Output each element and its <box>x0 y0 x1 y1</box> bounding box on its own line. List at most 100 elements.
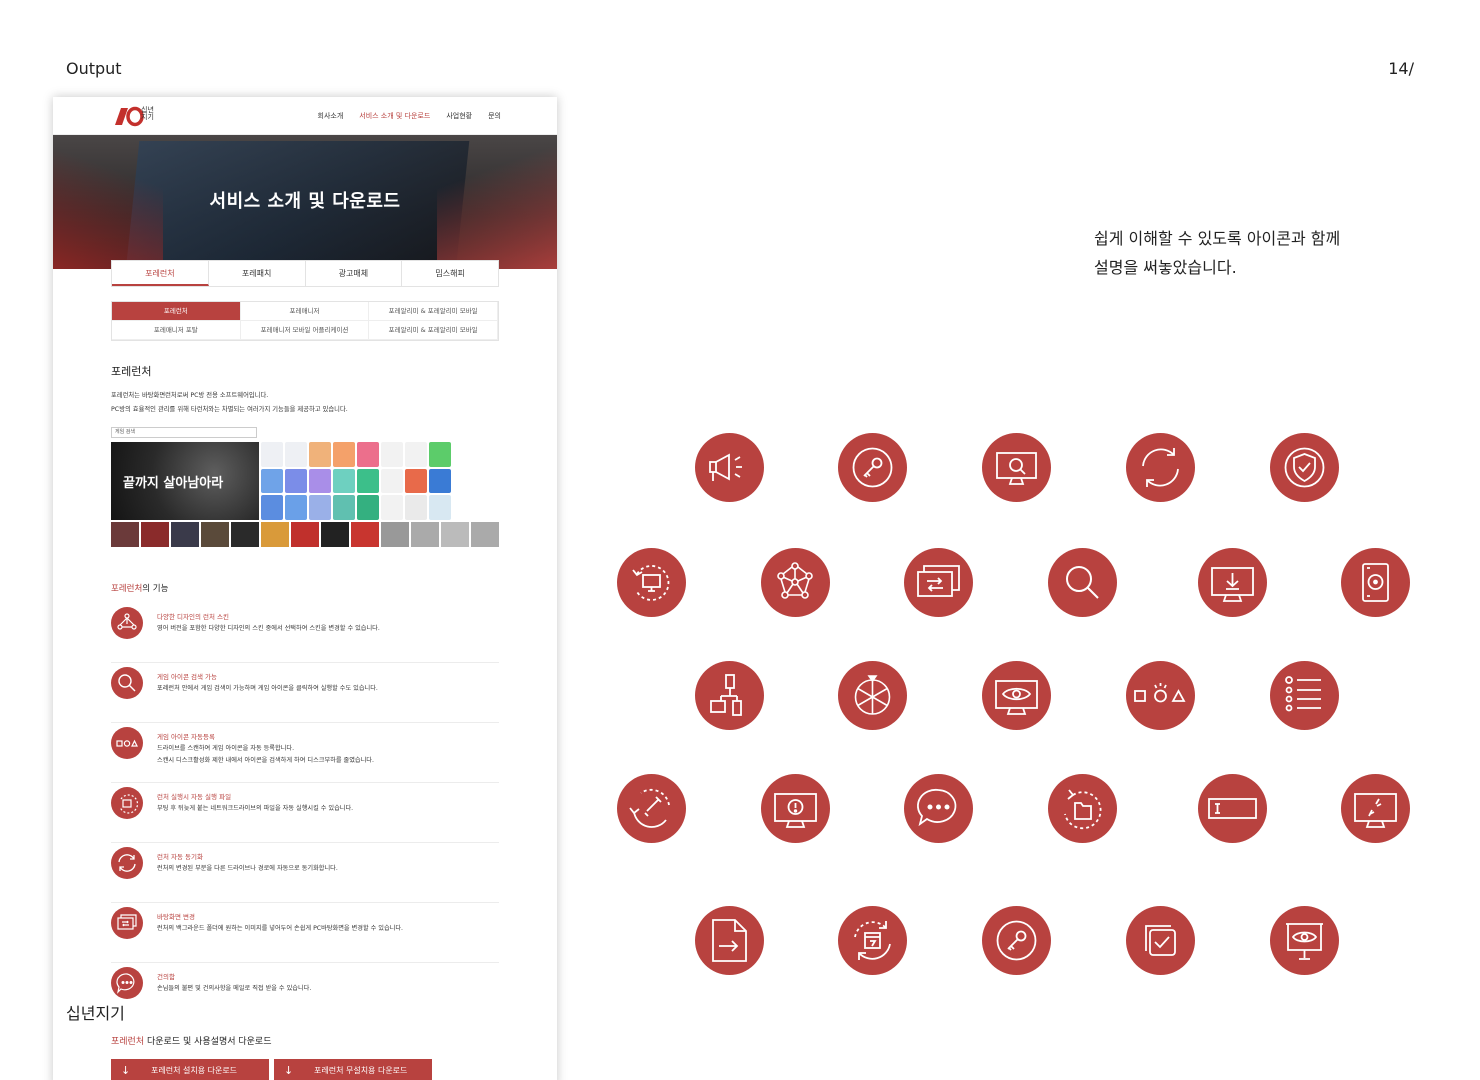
tab-ad-media[interactable]: 광고매체 <box>306 261 403 286</box>
search-icon <box>111 667 143 699</box>
monitor-search-icon <box>982 433 1051 502</box>
download-install-button[interactable]: 포레런처 설치용 다운로드 <box>111 1059 269 1080</box>
feature-desc: 드라이브를 스캔하여 게임 아이콘을 자동 등록합니다. 스캔시 디스크활성화 … <box>157 745 374 764</box>
color-wheel-icon <box>838 661 907 730</box>
feature-title: 다양한 디자인의 런처 스킨 <box>157 613 229 621</box>
monitor-download-icon <box>1198 548 1267 617</box>
nav-item-contact[interactable]: 문의 <box>488 111 501 121</box>
feature-desc: 영어 버전을 포함한 다양한 디자인의 스킨 중에서 선택하여 스킨을 변경할 … <box>157 625 380 632</box>
download-title-accent: 포레런처 <box>111 1037 145 1047</box>
feature-title: 런처 자동 동기화 <box>157 853 203 861</box>
subtab-manager-mobile[interactable]: 포레매니저 모바일 어플리케이션 <box>240 321 370 340</box>
brand-label: 십년지기 <box>66 1004 125 1023</box>
shapes-icon <box>1126 661 1195 730</box>
features-title-accent: 포레런처 <box>111 584 143 594</box>
description-text: 쉽게 이해할 수 있도록 아이콘과 함께 설명을 써놓았습니다. <box>1094 224 1340 282</box>
rotate-tool-icon <box>617 774 686 843</box>
features-title-rest: 의 기능 <box>142 584 169 594</box>
key-icon <box>838 433 907 502</box>
page-label: Output <box>66 59 122 78</box>
feature-item: 게임 아이콘 자동등록 드라이브를 스캔하여 게임 아이콘을 자동 등록합니다.… <box>111 727 499 783</box>
feature-item: 바탕화면 변경 런처의 백그라운드 폴더에 원하는 이미지를 넣어두어 손쉽게 … <box>111 907 499 963</box>
launcher-tile-grid <box>261 442 499 520</box>
tab-forelauncher[interactable]: 포레런처 <box>112 261 209 286</box>
tab-mimshappy[interactable]: 밈스해피 <box>402 261 498 286</box>
launcher-thumbnail-row <box>111 522 499 547</box>
mockup-navbar: 십년 지기 회사소개 서비스 소개 및 다운로드 사업현황 문의 <box>53 97 557 135</box>
feature-desc: 런처의 변경된 부분을 다른 드라이브나 경로에 자동으로 동기화합니다. <box>157 865 338 872</box>
network-node-icon <box>111 607 143 639</box>
hero-banner: 서비스 소개 및 다운로드 <box>53 135 557 269</box>
feature-title: 바탕화면 변경 <box>157 913 195 921</box>
download-title-rest: 다운로드 및 사용설명서 다운로드 <box>144 1037 272 1047</box>
checkbox-stack-icon <box>1126 906 1195 975</box>
nav-item-company[interactable]: 회사소개 <box>318 111 344 121</box>
search-icon <box>1048 548 1117 617</box>
text-field-icon <box>1198 774 1267 843</box>
feature-title: 건의함 <box>157 973 175 981</box>
feature-item: 게임 아이콘 검색 가능 포레런처 안에서 게임 검색이 가능하며 게임 아이콘… <box>111 667 499 723</box>
feature-item: 건의함 손님들의 불편 및 건의사항을 메일로 직접 받을 수 있습니다. <box>111 967 499 1023</box>
nav-item-service[interactable]: 서비스 소개 및 다운로드 <box>359 111 430 121</box>
feature-desc: 런처의 백그라운드 폴더에 원하는 이미지를 넣어두어 손쉽게 PC바탕화면을 … <box>157 925 403 932</box>
key-circle-icon <box>982 906 1051 975</box>
logo-text: 십년 지기 <box>141 106 154 121</box>
description-line: 쉽게 이해할 수 있도록 아이콘과 함께 <box>1094 229 1341 248</box>
monitor-eye-icon <box>982 661 1051 730</box>
monitor-rotate-icon <box>617 548 686 617</box>
chat-icon <box>111 967 143 999</box>
tab-forepatch[interactable]: 포레패치 <box>209 261 306 286</box>
monitor-alert-icon <box>761 774 830 843</box>
megaphone-icon <box>695 433 764 502</box>
feature-item: 런처 자동 동기화 런처의 변경된 부분을 다른 드라이브나 경로에 자동으로 … <box>111 847 499 903</box>
section-description: 포레런처는 바탕화면런처로써 PC방 전용 소프트웨어입니다. PC방의 효율적… <box>111 389 348 417</box>
section-title: 포레런처 <box>111 365 152 378</box>
product-tabs: 포레런처 포레패치 광고매체 밈스해피 <box>111 260 499 287</box>
launcher-screenshot: 게임 검색 끝까지 살아남아라 <box>111 425 499 549</box>
flowchart-icon <box>695 661 764 730</box>
website-mockup: 십년 지기 회사소개 서비스 소개 및 다운로드 사업현황 문의 서비스 소개 … <box>53 97 557 1080</box>
feature-desc: 부팅 후 뒤늦게 붙는 네트워크드라이브의 파일을 자동 실행시킬 수 있습니다… <box>157 805 354 812</box>
banner-text: 끝까지 살아남아라 <box>123 476 224 491</box>
product-subtabs: 포레런처 포레매니저 포레알리미 & 포레알리미 모바일 포레매니저 포탈 포레… <box>111 301 499 341</box>
mockup-menu: 회사소개 서비스 소개 및 다운로드 사업현황 문의 <box>318 111 502 121</box>
subtab-manager[interactable]: 포레매니저 <box>240 302 370 321</box>
folder-rotate-icon <box>111 787 143 819</box>
launcher-search-input: 게임 검색 <box>111 427 257 438</box>
monitor-link-icon <box>1341 774 1410 843</box>
feature-title: 런처 실행시 자동 실행 파일 <box>157 793 232 801</box>
feature-title: 게임 아이콘 자동등록 <box>157 733 215 741</box>
screen-swap-icon <box>904 548 973 617</box>
description-line: 설명을 써놓았습니다. <box>1094 258 1237 277</box>
feature-desc: 손님들의 불편 및 건의사항을 메일로 직접 받을 수 있습니다. <box>157 985 312 992</box>
hero-title: 서비스 소개 및 다운로드 <box>209 191 401 212</box>
subtab-manager-portal[interactable]: 포레매니저 포탈 <box>112 321 241 340</box>
subtab-launcher[interactable]: 포레런처 <box>112 302 241 321</box>
game-banner: 끝까지 살아남아라 <box>111 442 259 520</box>
features-title: 포레런처의 기능 <box>111 582 168 594</box>
page-number: 14/ <box>1388 59 1414 78</box>
feature-item: 런처 실행시 자동 실행 파일 부팅 후 뒤늦게 붙는 네트워크드라이브의 파일… <box>111 787 499 843</box>
chat-icon <box>904 774 973 843</box>
file-export-icon <box>695 906 764 975</box>
calendar-sync-icon <box>838 906 907 975</box>
sync-icon <box>111 847 143 879</box>
shield-check-icon <box>1270 433 1339 502</box>
download-title: 포레런처 다운로드 및 사용설명서 다운로드 <box>111 1034 272 1047</box>
nav-item-business[interactable]: 사업현황 <box>446 111 472 121</box>
download-portable-button[interactable]: 포레런처 무설치용 다운로드 <box>274 1059 432 1080</box>
sync-icon <box>1126 433 1195 502</box>
feature-item: 다양한 디자인의 런처 스킨 영어 버전을 포함한 다양한 디자인의 스킨 중에… <box>111 607 499 663</box>
feature-desc: 포레런처 안에서 게임 검색이 가능하며 게임 아이콘을 클릭하여 실행할 수도… <box>157 685 378 692</box>
disk-icon <box>1341 548 1410 617</box>
subtab-alimi-mobile[interactable]: 포레알리미 & 포레알리미 모바일 <box>369 321 498 340</box>
presentation-eye-icon <box>1270 906 1339 975</box>
section-desc-line: PC방의 효율적인 관리를 위해 타런처와는 차별되는 여러가지 기능들을 제공… <box>111 406 348 413</box>
feature-title: 게임 아이콘 검색 가능 <box>157 673 218 681</box>
shapes-icon <box>111 727 143 759</box>
screen-swap-icon <box>111 907 143 939</box>
folder-rotate-icon <box>1048 774 1117 843</box>
section-desc-line: 포레런처는 바탕화면런처로써 PC방 전용 소프트웨어입니다. <box>111 392 269 399</box>
network-node-icon <box>761 548 830 617</box>
subtab-alimi[interactable]: 포레알리미 & 포레알리미 모바일 <box>369 302 498 321</box>
